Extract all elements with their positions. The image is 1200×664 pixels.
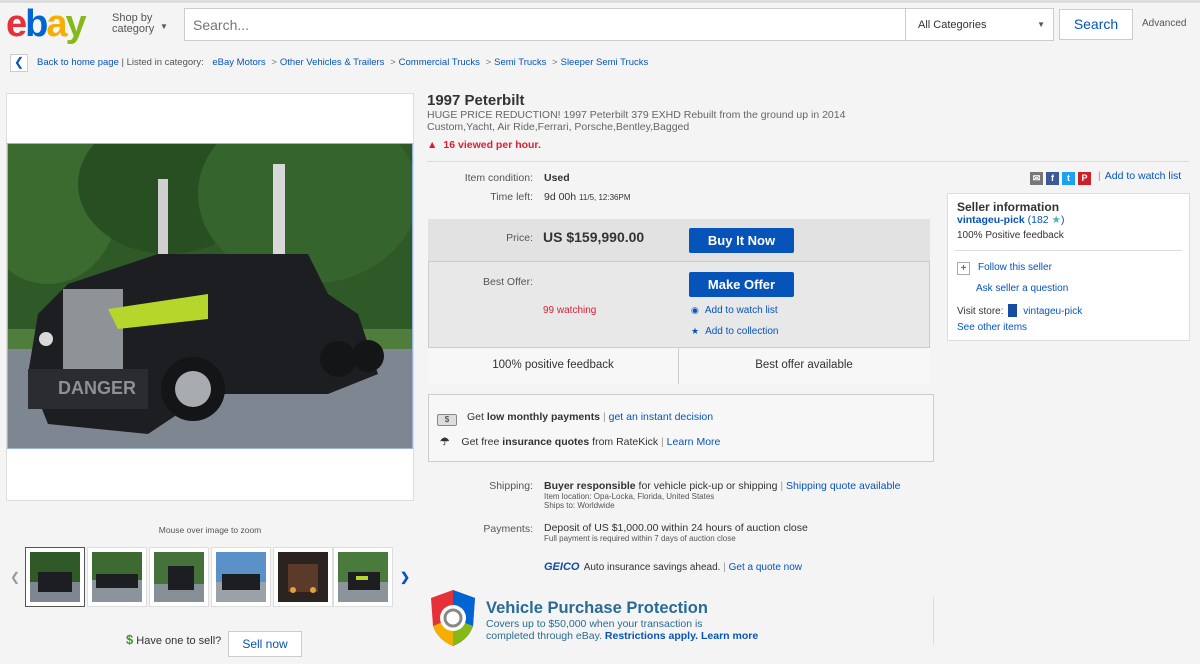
breadcrumb-item[interactable]: Commercial Trucks	[399, 57, 480, 68]
add-to-collection-link[interactable]: ★ Add to collection	[691, 326, 778, 337]
protection-title: Vehicle Purchase Protection	[486, 599, 708, 617]
email-icon[interactable]: ✉	[1030, 172, 1043, 185]
search-button[interactable]: Search	[1059, 9, 1133, 40]
positive-feedback-badge: 100% positive feedback	[492, 359, 614, 371]
ships-to: Ships to: Worldwide	[544, 501, 615, 510]
svg-text:DANGER: DANGER	[58, 378, 136, 398]
divider	[427, 161, 1189, 162]
thumbnail[interactable]	[333, 547, 393, 607]
deposit-text: Deposit of US $1,000.00 within 24 hours …	[544, 522, 808, 534]
zoom-hint: Mouse over image to zoom	[158, 525, 262, 535]
sell-prompt: $ Have one to sell?	[126, 632, 222, 647]
listing-title: 1997 Peterbilt	[427, 92, 525, 109]
price-label: Price:	[506, 232, 533, 244]
best-offer-label: Best Offer:	[483, 276, 533, 288]
protection-text: Covers up to $50,000 when your transacti…	[486, 618, 759, 642]
plus-icon[interactable]: +	[957, 262, 970, 275]
instant-decision-link[interactable]: get an instant decision	[609, 411, 714, 423]
add-to-watch-list-link[interactable]: Add to watch list	[1105, 170, 1181, 182]
geico-row: GEICO Auto insurance savings ahead. | Ge…	[544, 561, 803, 573]
dollar-icon: $	[126, 632, 134, 647]
watching-count: 99 watching	[543, 305, 597, 316]
chevron-left-icon[interactable]: ❮	[10, 54, 28, 72]
add-to-watch-list-link[interactable]: ◉ Add to watch list	[691, 305, 778, 316]
twitter-icon[interactable]: t	[1062, 172, 1075, 185]
main-truck-photo[interactable]: DANGER	[7, 143, 413, 449]
item-location: Item location: Opa-Locka, Florida, Unite…	[544, 492, 715, 501]
thumbnail[interactable]	[273, 547, 333, 607]
sell-now-button[interactable]: Sell now	[228, 631, 302, 657]
ebay-logo[interactable]: ebay	[6, 4, 102, 44]
seller-name: vintageu-pick (182 ★)	[957, 214, 1065, 226]
geico-logo: GEICO	[544, 561, 580, 573]
feedback-score[interactable]: (182	[1028, 214, 1049, 226]
restrictions-link[interactable]: Restrictions apply.	[605, 630, 698, 642]
seller-profile-link[interactable]: vintageu-pick	[957, 214, 1025, 226]
star-icon: ★	[1051, 214, 1061, 226]
cash-icon: $	[437, 414, 457, 426]
listing-subtitle: HUGE PRICE REDUCTION! 1997 Peterbilt 379…	[427, 109, 846, 133]
listed-in-label: | Listed in category:	[121, 57, 204, 68]
learn-more-link[interactable]: Learn More	[667, 436, 721, 448]
breadcrumb: Back to home page | Listed in category: …	[37, 57, 649, 68]
store-link[interactable]: vintageu-pick	[1023, 306, 1082, 317]
payments-label: Payments:	[483, 523, 533, 535]
divider	[955, 250, 1182, 251]
visit-store: Visit store: vintageu-pick	[957, 304, 1083, 317]
full-payment-text: Full payment is required within 7 days o…	[544, 534, 736, 543]
flame-icon: ▲	[427, 139, 438, 151]
breadcrumb-item[interactable]: eBay Motors	[212, 57, 265, 68]
seller-positive-feedback: 100% Positive feedback	[957, 230, 1064, 241]
insurance-row: ☂ Get free insurance quotes from RateKick…	[440, 436, 721, 448]
search-input[interactable]	[184, 8, 906, 41]
learn-more-link[interactable]: Learn more	[701, 630, 758, 642]
pinterest-icon[interactable]: P	[1078, 172, 1091, 185]
see-other-items-link[interactable]: See other items	[957, 322, 1027, 333]
buy-it-now-button[interactable]: Buy It Now	[689, 228, 794, 253]
time-left-label: Time left:	[490, 191, 533, 203]
price-value: US $159,990.00	[543, 229, 645, 245]
back-to-home-link[interactable]: Back to home page	[37, 57, 119, 68]
shield-icon	[428, 588, 478, 648]
shipping-info: Buyer responsible for vehicle pick-up or…	[544, 480, 901, 510]
share-row: ✉ f t P | Add to watch list	[1030, 170, 1181, 185]
store-icon	[1008, 304, 1018, 317]
condition-value: Used	[544, 172, 570, 184]
views-per-hour: ▲ 16 viewed per hour.	[427, 139, 541, 151]
chevron-left-icon[interactable]: ❮	[10, 570, 20, 584]
thumbnail[interactable]	[87, 547, 147, 607]
best-offer-available-badge: Best offer available	[755, 359, 853, 371]
thumbnail[interactable]	[149, 547, 209, 607]
thumbnail[interactable]	[25, 547, 85, 607]
shipping-label: Shipping:	[489, 480, 533, 492]
breadcrumb-item[interactable]: Semi Trucks	[494, 57, 546, 68]
make-offer-button[interactable]: Make Offer	[689, 272, 794, 297]
shipping-quote-link[interactable]: Shipping quote available	[786, 480, 900, 492]
chevron-down-icon[interactable]: ▼	[160, 22, 168, 31]
facebook-icon[interactable]: f	[1046, 172, 1059, 185]
category-select[interactable]: All Categories ▼	[906, 8, 1054, 41]
ask-seller-link[interactable]: Ask seller a question	[976, 283, 1068, 294]
divider	[933, 597, 934, 645]
thumbnail[interactable]	[211, 547, 271, 607]
seller-heading: Seller information	[957, 200, 1060, 214]
financing-box	[428, 394, 934, 462]
chevron-down-icon: ▼	[1037, 20, 1045, 29]
chevron-right-icon[interactable]: ❯	[400, 570, 410, 584]
payments-row: $ Get low monthly payments | get an insta…	[437, 411, 713, 426]
star-icon: ★	[691, 326, 700, 336]
breadcrumb-item[interactable]: Sleeper Semi Trucks	[561, 57, 649, 68]
breadcrumb-item[interactable]: Other Vehicles & Trailers	[280, 57, 385, 68]
advanced-search-link[interactable]: Advanced	[1142, 18, 1186, 29]
follow-seller-link[interactable]: Follow this seller	[978, 262, 1052, 273]
top-border	[0, 0, 1200, 3]
eye-icon: ◉	[691, 305, 699, 315]
get-quote-link[interactable]: Get a quote now	[729, 562, 802, 573]
payments-info: Deposit of US $1,000.00 within 24 hours …	[544, 522, 808, 543]
condition-label: Item condition:	[464, 172, 533, 184]
time-left-value: 9d 00h 11/5, 12:36PM	[544, 191, 631, 203]
umbrella-icon: ☂	[440, 436, 450, 448]
